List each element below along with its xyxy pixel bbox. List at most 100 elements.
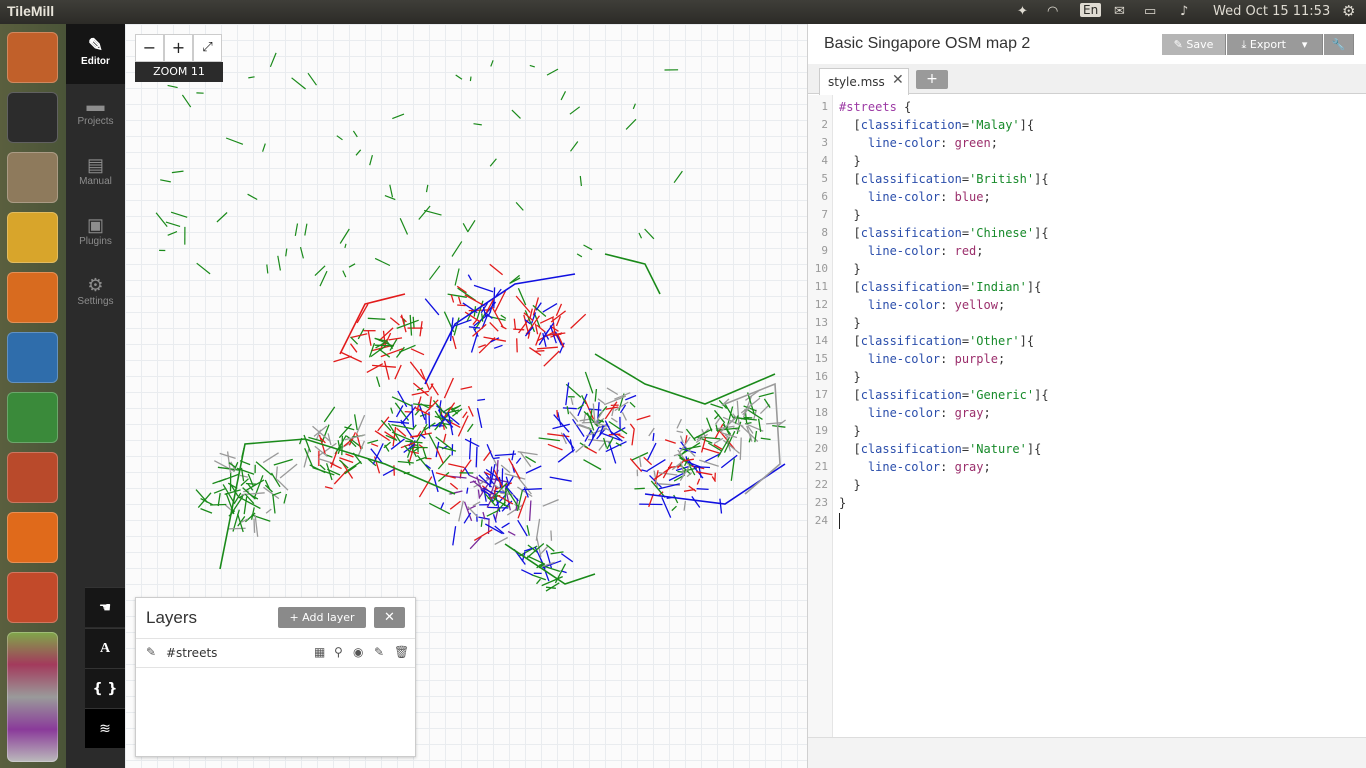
plug-icon: ▣	[86, 215, 104, 235]
close-tab-icon[interactable]: ✕	[892, 72, 904, 88]
code-line[interactable]: }	[839, 494, 846, 512]
save-button[interactable]: ✎ Save	[1162, 34, 1226, 55]
terminal-icon[interactable]	[7, 92, 58, 143]
dropbox-icon[interactable]: ✦	[1017, 4, 1028, 19]
code-line[interactable]: line-color: blue;	[839, 188, 991, 206]
nav-plugins-label: Plugins	[79, 236, 112, 247]
code-line[interactable]: line-color: gray;	[839, 458, 991, 476]
line-number-gutter: 1 2 3 4 5 6 7 8 9 10 11 12 13 14 15 16 17 18 19 20 21 22 23 24	[808, 95, 833, 737]
code-line[interactable]: line-color: green;	[839, 134, 998, 152]
code-line[interactable]: line-color: gray;	[839, 404, 991, 422]
project-settings-button[interactable]: 🔧	[1324, 34, 1354, 55]
stacked-launcher-icons[interactable]	[7, 632, 58, 762]
line-number: 5	[821, 172, 828, 185]
project-title: Basic Singapore OSM map 2	[824, 35, 1031, 52]
firefox-icon[interactable]	[7, 272, 58, 323]
code-line[interactable]: }	[839, 314, 860, 332]
nav-manual-label: Manual	[79, 176, 112, 187]
nav-plugins[interactable]: ▣ Plugins	[66, 204, 125, 264]
system-settings-icon[interactable]	[7, 572, 58, 623]
close-icon: ✕	[384, 610, 395, 625]
nav-manual[interactable]: ▤ Manual	[66, 144, 125, 204]
nav-projects-label: Projects	[77, 116, 114, 127]
export-button[interactable]: ⤓ Export ▾	[1227, 34, 1323, 55]
code-line[interactable]: }	[839, 260, 860, 278]
table-icon[interactable]: ▦	[314, 645, 325, 659]
line-number: 8	[821, 226, 828, 239]
impress-icon[interactable]	[7, 452, 58, 503]
app-title: TileMill	[7, 3, 55, 19]
ubuntu-dash-icon[interactable]	[7, 32, 58, 83]
zoom-out-button[interactable]: −	[135, 34, 164, 62]
line-number: 16	[814, 370, 828, 383]
code-line[interactable]: }	[839, 422, 860, 440]
code-line[interactable]: [classification='Nature']{	[839, 440, 1041, 458]
code-line[interactable]: line-color: purple;	[839, 350, 1005, 368]
layers-panel: Layers + Add layer ✕ ✎ #streets ▦ ⚲ ◉ ✎ …	[135, 597, 416, 757]
nav-projects[interactable]: ▬ Projects	[66, 84, 125, 144]
keyboard-layout-indicator[interactable]: En	[1080, 3, 1102, 17]
nav-editor-label: Editor	[81, 56, 110, 67]
tab-style-mss[interactable]: style.mss ✕	[819, 68, 909, 95]
close-layers-button[interactable]: ✕	[374, 607, 405, 628]
code-line[interactable]: }	[839, 476, 860, 494]
add-layer-button[interactable]: + Add layer	[278, 607, 366, 628]
zoom-level-label: ZOOM 11	[135, 62, 223, 82]
code-line[interactable]: }	[839, 152, 860, 170]
session-gear-icon[interactable]: ⚙	[1342, 2, 1355, 20]
line-number: 15	[814, 352, 828, 365]
line-number: 3	[821, 136, 828, 149]
layers-tool[interactable]: ≋	[85, 708, 125, 748]
book-icon: ▤	[86, 155, 104, 175]
chrome-icon[interactable]	[7, 212, 58, 263]
code-line[interactable]: line-color: red;	[839, 242, 984, 260]
add-tab-button[interactable]: +	[916, 70, 948, 89]
mail-icon[interactable]: ✉	[1114, 4, 1125, 19]
software-center-icon[interactable]	[7, 512, 58, 563]
system-top-bar: TileMill ✦ ◠ En ✉ ▭ ♪ Wed Oct 15 11:53 ⚙	[0, 0, 1366, 24]
line-number: 14	[814, 334, 828, 347]
code-line[interactable]: [classification='Chinese']{	[839, 224, 1048, 242]
tab-label: style.mss	[828, 75, 885, 89]
clock[interactable]: Wed Oct 15 11:53	[1213, 4, 1330, 19]
calc-icon[interactable]	[7, 392, 58, 443]
edit-style-icon[interactable]: ✎	[146, 645, 156, 659]
nav-settings[interactable]: ⚙ Settings	[66, 264, 125, 324]
layer-row[interactable]: ✎ #streets ▦ ⚲ ◉ ✎ 🗑	[136, 638, 415, 668]
code-line[interactable]: [classification='Malay']{	[839, 116, 1034, 134]
layer-name[interactable]: #streets	[166, 646, 217, 660]
code-line[interactable]: }	[839, 206, 860, 224]
gear-icon: ⚙	[87, 275, 104, 295]
map-canvas[interactable]: − + ⤢ ZOOM 11 Layers + Add layer ✕ ✎ #st…	[125, 24, 807, 768]
fonts-tool[interactable]: A	[85, 628, 125, 668]
pan-hand-tool[interactable]: ☚	[85, 587, 125, 627]
carto-tool[interactable]: { }	[85, 668, 125, 708]
export-label: Export	[1249, 38, 1286, 51]
volume-muted-icon[interactable]: ♪	[1180, 4, 1188, 19]
layers-icon: ≋	[99, 721, 111, 737]
delete-trash-icon[interactable]: 🗑	[394, 645, 409, 659]
line-number: 24	[814, 514, 828, 527]
plus-icon: +	[289, 611, 303, 624]
save-label: Save	[1186, 38, 1214, 51]
code-line[interactable]: [classification='Indian']{	[839, 278, 1041, 296]
files-icon[interactable]	[7, 152, 58, 203]
nav-editor[interactable]: ✎ Editor	[66, 24, 125, 84]
code-line[interactable]: [classification='Generic']{	[839, 386, 1048, 404]
editor-tabs: style.mss ✕ +	[808, 64, 1366, 95]
writer-icon[interactable]	[7, 332, 58, 383]
editor-status-bar	[808, 737, 1366, 768]
code-line[interactable]: [classification='British']{	[839, 170, 1048, 188]
edit-layer-icon[interactable]: ✎	[374, 645, 384, 659]
code-line[interactable]: }	[839, 368, 860, 386]
zoom-in-button[interactable]: +	[164, 34, 193, 62]
code-line[interactable]: #streets {	[839, 98, 911, 116]
wifi-icon[interactable]: ◠	[1047, 4, 1058, 19]
code-line[interactable]: line-color: yellow;	[839, 296, 1005, 314]
battery-icon[interactable]: ▭	[1144, 4, 1156, 19]
line-number: 7	[821, 208, 828, 221]
visibility-eye-icon[interactable]: ◉	[353, 645, 363, 659]
code-line[interactable]: [classification='Other']{	[839, 332, 1034, 350]
fullscreen-button[interactable]: ⤢	[193, 34, 222, 62]
search-icon[interactable]: ⚲	[334, 645, 343, 659]
